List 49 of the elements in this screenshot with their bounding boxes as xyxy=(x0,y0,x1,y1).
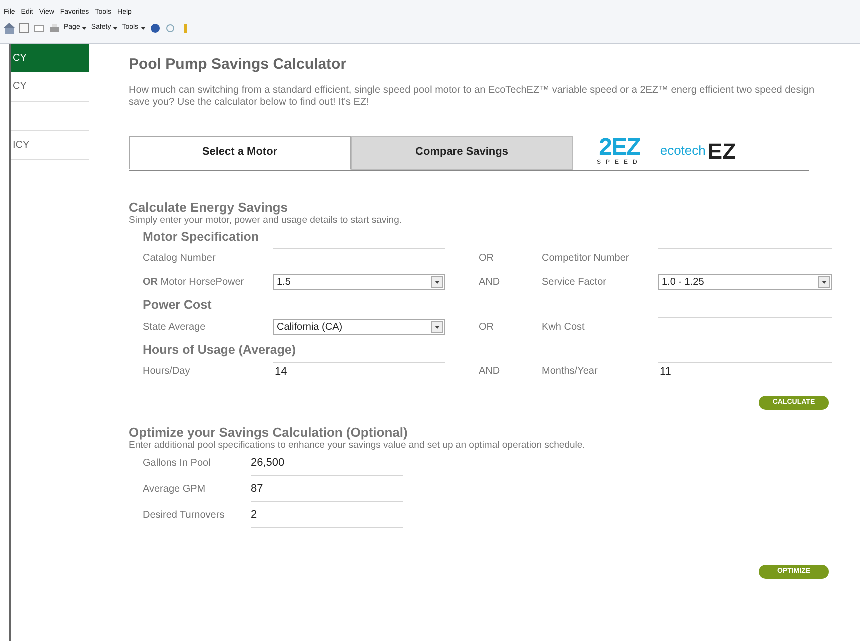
intro-text: How much can switching from a standard efficient, single speed pool motor to an EcoTechEZ™ variable speed or a 2EZ™ energ efficient two speed design save you? Use the calculator below to find out! It's EZ! xyxy=(129,84,816,108)
field-label: Catalog Number xyxy=(143,252,217,266)
input-field[interactable]: 11 xyxy=(658,362,832,382)
section-heading: Calculate Energy Savings xyxy=(129,200,289,214)
caret-icon xyxy=(431,276,443,288)
sidebar-item[interactable]: CY xyxy=(11,72,89,102)
field-label: Hours/Day xyxy=(143,365,192,380)
dropdown[interactable]: California (CA) xyxy=(273,319,445,335)
field-label: Service Factor xyxy=(542,276,608,290)
circle-icon[interactable] xyxy=(164,22,176,34)
help-icon[interactable] xyxy=(150,22,161,34)
subsection-heading: Hours of Usage (Average) xyxy=(143,342,298,359)
field-label: OR Motor HorsePower xyxy=(143,276,246,290)
field-label: Gallons In Pool xyxy=(143,457,212,472)
conjunction-label: AND xyxy=(478,365,502,380)
field-label: Months/Year xyxy=(542,365,599,380)
conjunction-label: OR xyxy=(478,252,495,266)
input-field[interactable]: 87 xyxy=(251,478,403,502)
subsection-heading: Power Cost xyxy=(143,297,213,314)
field-label: Desired Turnovers xyxy=(143,509,226,524)
field-label: Average GPM xyxy=(143,483,207,498)
sidebar-item[interactable]: ICY xyxy=(11,130,89,160)
dropdown[interactable]: 1.5 xyxy=(273,274,445,290)
caret-icon xyxy=(818,276,830,288)
section-subtitle: Simply enter your motor, power and usage details to start saving. xyxy=(129,214,403,226)
printer-icon[interactable] xyxy=(49,22,60,34)
field-label: Kwh Cost xyxy=(542,320,586,334)
subsection-heading: Motor Specification xyxy=(143,228,260,246)
tab[interactable]: Compare Savings xyxy=(351,136,573,170)
dropdown[interactable]: 1.0 - 1.25 xyxy=(658,274,832,290)
caret-icon xyxy=(82,26,88,30)
conjunction-label: AND xyxy=(478,276,502,290)
window-icon[interactable] xyxy=(19,22,30,34)
section-heading: Optimize your Savings Calculation (Optional) xyxy=(129,426,409,440)
house-icon[interactable] xyxy=(4,22,15,34)
caret-icon xyxy=(431,321,443,333)
section-subtitle: Enter additional pool specifications to enhance your savings value and set up an optimal operation schedule. xyxy=(129,440,586,451)
field-label: State Average xyxy=(143,320,207,334)
input-field[interactable]: 26,500 xyxy=(251,452,403,476)
conjunction-label: OR xyxy=(478,320,495,334)
tab[interactable]: Select a Motor xyxy=(129,136,351,170)
input-field[interactable]: 14 xyxy=(273,362,445,382)
sidebar-item[interactable]: CY xyxy=(11,44,89,72)
input-field[interactable]: 2 xyxy=(251,504,403,528)
envelope-icon[interactable] xyxy=(34,22,45,34)
page-title: Pool Pump Savings Calculator xyxy=(129,55,348,75)
field-label: Competitor Number xyxy=(542,252,630,266)
caret-icon xyxy=(113,26,118,30)
caret-icon xyxy=(140,26,146,30)
